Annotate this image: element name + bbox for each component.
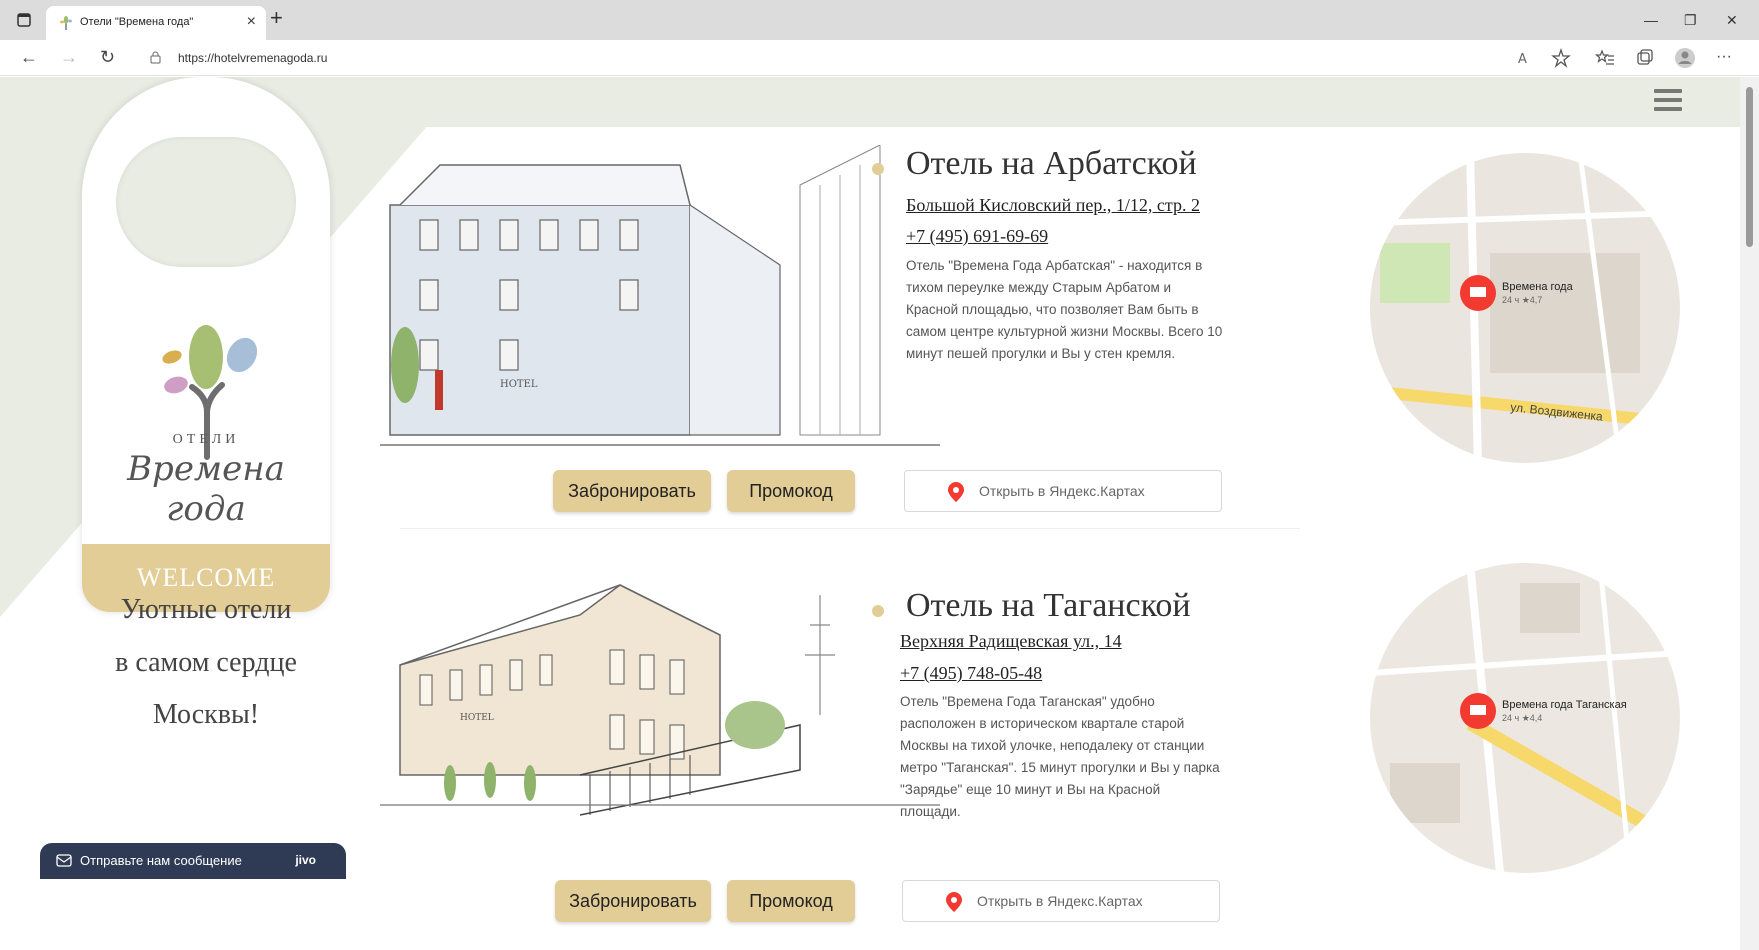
hotel-phone-link[interactable]: +7 (495) 691-69-69 xyxy=(906,226,1048,247)
map-place-rating: 24 ч ★4,4 xyxy=(1502,713,1542,723)
forward-arrow-icon[interactable]: → xyxy=(60,48,78,66)
profile-avatar-icon[interactable] xyxy=(1674,47,1696,69)
section-divider xyxy=(400,528,1300,529)
map-button-label: Открыть в Яндекс.Картах xyxy=(979,483,1145,499)
reload-icon[interactable]: ↻ xyxy=(100,48,115,66)
read-aloud-icon[interactable]: A xyxy=(1514,47,1536,69)
map-tiles: Времена года 24 ч ★4,7 ул. Воздвиженка xyxy=(1370,153,1680,463)
tab-title: Отели "Времена года" xyxy=(80,16,194,28)
url-text: https://hotelvremenagoda.ru xyxy=(178,51,328,65)
hotel-address-link[interactable]: Большой Кисловский пер., 1/12, стр. 2 xyxy=(906,195,1200,216)
map-button-label: Открыть в Яндекс.Картах xyxy=(977,893,1143,909)
svg-text:HOTEL: HOTEL xyxy=(500,379,538,390)
map-tiles: Времена года Таганская 24 ч ★4,4 xyxy=(1370,563,1680,873)
map-place-rating: 24 ч ★4,7 xyxy=(1502,295,1542,305)
promo-button[interactable]: Промокод xyxy=(727,470,855,512)
book-button[interactable]: Забронировать xyxy=(553,470,711,512)
map-pin-icon xyxy=(946,892,962,912)
close-window-icon[interactable]: ✕ xyxy=(1726,12,1738,29)
hotel-card-taganskaya: HOTEL Забронировать Промокод Отель на Та… xyxy=(380,555,1710,922)
brand-small-text: ОТЕЛИ xyxy=(172,432,240,447)
hamburger-menu-icon[interactable] xyxy=(1654,89,1682,115)
promo-button[interactable]: Промокод xyxy=(727,880,855,922)
add-favorite-icon[interactable] xyxy=(1550,47,1572,69)
section-bullet xyxy=(872,605,884,617)
brand-script-text: Времена года xyxy=(127,449,285,529)
chat-label: Отправьте нам сообщение xyxy=(80,853,242,868)
more-menu-icon[interactable]: ··· xyxy=(1716,48,1732,66)
tab-close-icon[interactable]: × xyxy=(247,13,256,31)
slogan-line-3: Москвы! xyxy=(152,699,260,730)
svg-text:A: A xyxy=(1518,52,1527,67)
hotel-building-illustration: HOTEL xyxy=(380,584,940,816)
browser-nav-bar: ← → ↻ https://hotelvremenagoda.ru A ··· xyxy=(0,40,1759,76)
hotel-building-illustration: HOTEL xyxy=(380,145,940,446)
address-bar[interactable]: https://hotelvremenagoda.ru xyxy=(134,44,1494,72)
chat-widget-button[interactable]: Отправьте нам сообщение jivo xyxy=(40,843,346,879)
map-pin-icon xyxy=(948,482,964,502)
open-yandex-maps-button[interactable]: Открыть в Яндекс.Картах xyxy=(904,470,1222,512)
map-place-name: Времена года xyxy=(1502,281,1574,293)
collections-icon[interactable] xyxy=(1634,47,1656,69)
map-place-name: Времена года Таганская xyxy=(1502,699,1627,711)
web-page: ОТЕЛИ Времена года WELCOME Уютные отели … xyxy=(0,77,1740,950)
favorites-icon[interactable] xyxy=(1594,47,1616,69)
message-icon xyxy=(56,854,72,867)
browser-tab-bar: Отели "Времена года" × + — ❐ ✕ xyxy=(0,0,1759,40)
slogan-line-2: в самом сердце xyxy=(115,647,297,678)
back-arrow-icon[interactable]: ← xyxy=(20,48,38,66)
tab-actions-icon[interactable] xyxy=(16,12,32,28)
hotel-map[interactable]: Времена года Таганская 24 ч ★4,4 xyxy=(1370,563,1680,873)
open-yandex-maps-button[interactable]: Открыть в Яндекс.Картах xyxy=(902,880,1220,922)
hotel-card-arbatskaya: HOTEL Забронировать Промокод Отель на Ар… xyxy=(380,145,1710,512)
svg-text:HOTEL: HOTEL xyxy=(460,713,494,723)
hotel-description: Отель "Времена Года Арбатская" - находит… xyxy=(906,258,1223,361)
chat-brand-logo: jivo xyxy=(295,853,316,867)
door-hanger-logo-card: ОТЕЛИ Времена года WELCOME xyxy=(82,77,330,612)
minimize-icon[interactable]: — xyxy=(1644,12,1658,28)
hanger-hole xyxy=(116,137,296,267)
restore-icon[interactable]: ❐ xyxy=(1684,12,1697,29)
hotel-map[interactable]: Времена года 24 ч ★4,7 ул. Воздвиженка xyxy=(1370,153,1680,463)
hotel-description: Отель "Времена Года Таганская" удобно ра… xyxy=(900,694,1220,819)
hotel-title: Отель на Таганской xyxy=(906,587,1191,624)
new-tab-icon[interactable]: + xyxy=(270,7,283,29)
tree-favicon-icon xyxy=(60,16,72,30)
hotel-phone-link[interactable]: +7 (495) 748-05-48 xyxy=(900,663,1042,684)
section-bullet xyxy=(872,163,884,175)
hotel-address-link[interactable]: Верхняя Радищевская ул., 14 xyxy=(900,631,1122,652)
page-scrollbar[interactable] xyxy=(1740,77,1759,950)
browser-tab-active[interactable]: Отели "Времена года" × xyxy=(46,6,266,40)
lock-icon xyxy=(150,51,161,64)
book-button[interactable]: Забронировать xyxy=(555,880,711,922)
slogan-line-1: Уютные отели xyxy=(120,594,292,625)
hotel-title: Отель на Арбатской xyxy=(906,145,1197,182)
scrollbar-thumb[interactable] xyxy=(1746,87,1753,247)
